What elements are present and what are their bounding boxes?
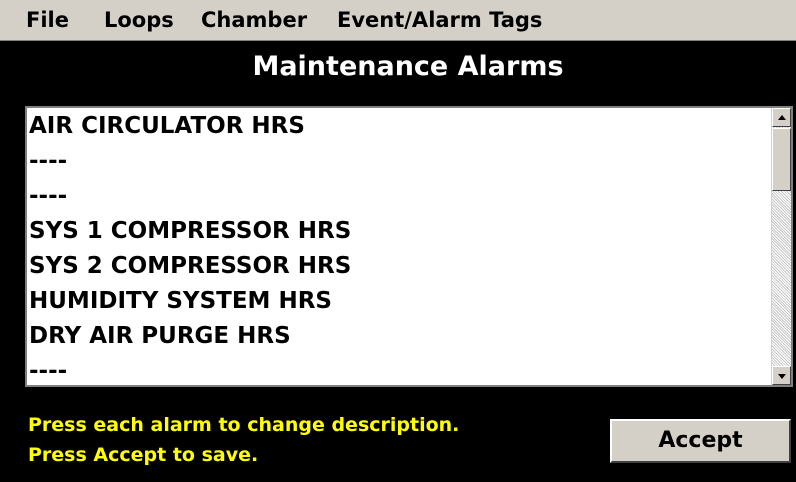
triangle-down-icon <box>778 374 786 379</box>
scroll-up-button[interactable] <box>772 108 791 127</box>
menu-loops[interactable]: Loops <box>104 7 174 33</box>
alarm-item-air-circulator[interactable]: AIR CIRCULATOR HRS <box>27 108 771 143</box>
accept-button[interactable]: Accept <box>610 419 791 463</box>
page-title: Maintenance Alarms <box>252 51 564 82</box>
alarm-list[interactable]: AIR CIRCULATOR HRS ---- ---- SYS 1 COMPR… <box>25 106 793 387</box>
menu-event-alarm-tags[interactable]: Event/Alarm Tags <box>337 7 542 33</box>
alarm-item-3[interactable]: ---- <box>27 178 771 213</box>
alarm-item-sys1-compressor[interactable]: SYS 1 COMPRESSOR HRS <box>27 213 771 248</box>
instruction-line-2: Press Accept to save. <box>28 444 259 466</box>
alarm-item-8[interactable]: ---- <box>27 353 771 385</box>
menu-chamber[interactable]: Chamber <box>201 7 307 33</box>
alarm-item-sys2-compressor[interactable]: SYS 2 COMPRESSOR HRS <box>27 248 771 283</box>
list-scrollbar[interactable] <box>771 108 791 385</box>
alarm-item-humidity-system[interactable]: HUMIDITY SYSTEM HRS <box>27 283 771 318</box>
scroll-thumb[interactable] <box>772 128 791 191</box>
scroll-down-button[interactable] <box>772 366 791 385</box>
menu-bar: File Loops Chamber Event/Alarm Tags <box>0 0 796 41</box>
alarm-item-2[interactable]: ---- <box>27 143 771 178</box>
instruction-line-1: Press each alarm to change description. <box>28 414 460 436</box>
triangle-up-icon <box>778 115 786 120</box>
menu-file[interactable]: File <box>26 7 69 33</box>
alarm-list-items: AIR CIRCULATOR HRS ---- ---- SYS 1 COMPR… <box>27 108 771 385</box>
alarm-item-dry-air-purge[interactable]: DRY AIR PURGE HRS <box>27 318 771 353</box>
